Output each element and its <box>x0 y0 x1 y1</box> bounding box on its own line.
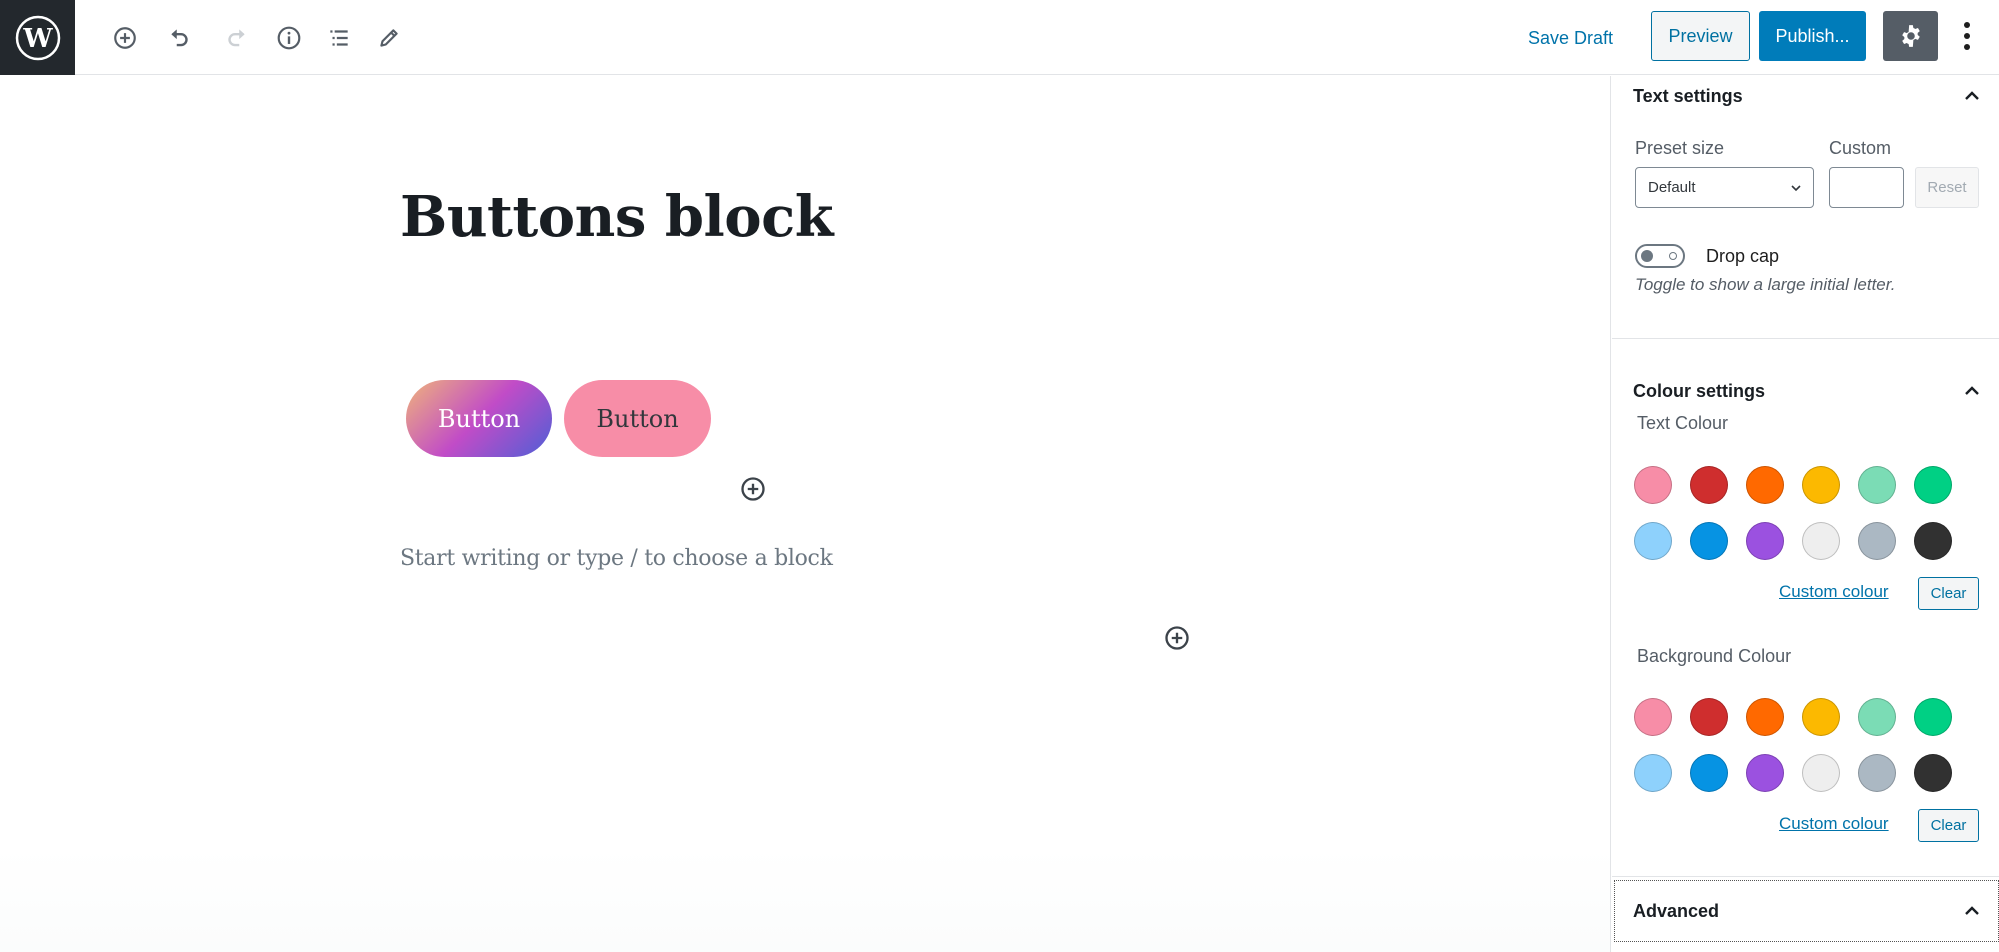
background-colour-swatch[interactable] <box>1802 698 1840 736</box>
colour-settings-title: Colour settings <box>1633 380 1766 401</box>
background-colour-swatch[interactable] <box>1858 698 1896 736</box>
list-icon <box>330 30 348 46</box>
plus-circle-icon <box>114 27 136 49</box>
preview-button[interactable]: Preview <box>1651 11 1750 61</box>
gear-icon <box>1901 25 1920 47</box>
background-colour-swatch[interactable] <box>1802 754 1840 792</box>
background-colour-swatch[interactable] <box>1914 754 1952 792</box>
pencil-icon <box>380 29 398 47</box>
redo-icon <box>228 29 245 47</box>
publish-button[interactable]: Publish... <box>1759 11 1866 61</box>
background-colour-swatch[interactable] <box>1634 698 1672 736</box>
drop-cap-toggle[interactable] <box>1635 244 1685 268</box>
plus-circle-icon <box>1165 626 1189 650</box>
more-vertical-icon <box>1964 22 1970 28</box>
background-colour-swatch[interactable] <box>1746 754 1784 792</box>
content-structure-button[interactable] <box>269 18 309 58</box>
background-colour-swatch[interactable] <box>1690 698 1728 736</box>
add-block-button[interactable] <box>105 18 145 58</box>
paragraph-placeholder[interactable]: Start writing or type / to choose a bloc… <box>400 546 833 571</box>
colour-settings-toggle[interactable]: Colour settings <box>1612 371 1999 411</box>
info-icon <box>277 26 301 50</box>
background-colour-swatch[interactable] <box>1746 698 1784 736</box>
text-colour-swatch[interactable] <box>1746 466 1784 504</box>
custom-size-input[interactable] <box>1829 167 1904 208</box>
chevron-up-icon <box>1965 906 1979 915</box>
undo-icon <box>171 29 188 47</box>
background-colour-swatch[interactable] <box>1914 698 1952 736</box>
svg-text:W: W <box>22 24 53 54</box>
text-colour-swatch[interactable] <box>1634 466 1672 504</box>
text-colour-swatch[interactable] <box>1690 522 1728 560</box>
gradient-button[interactable]: Button <box>406 380 552 457</box>
save-draft-button[interactable]: Save Draft <box>1528 22 1613 54</box>
drop-cap-label: Drop cap <box>1706 246 1780 266</box>
chevron-down-icon <box>1791 185 1801 192</box>
reset-size-button[interactable]: Reset <box>1915 167 1979 208</box>
post-title[interactable]: Buttons block <box>400 184 834 250</box>
background-custom-colour-link[interactable]: Custom colour <box>1779 814 1889 834</box>
settings-sidebar: Text settings Preset size Custom Default… <box>1610 76 1999 952</box>
add-button-inserter[interactable] <box>739 475 767 503</box>
plus-circle-icon <box>741 477 765 501</box>
text-colour-swatch[interactable] <box>1914 466 1952 504</box>
undo-button[interactable] <box>160 18 200 58</box>
background-colour-swatch[interactable] <box>1858 754 1896 792</box>
buttons-block[interactable]: Button Button <box>406 380 711 457</box>
more-options-button[interactable] <box>1952 14 1982 58</box>
tools-button[interactable] <box>369 18 409 58</box>
chevron-up-icon <box>1965 91 1979 100</box>
panel-divider <box>1612 338 1999 339</box>
text-colour-swatch[interactable] <box>1858 522 1896 560</box>
preset-size-label: Preset size <box>1635 138 1725 158</box>
drop-cap-help: Toggle to show a large initial letter. <box>1635 275 1896 294</box>
custom-size-label: Custom <box>1829 138 1892 158</box>
block-inserter-button[interactable] <box>1163 624 1191 652</box>
wordpress-logo-button[interactable]: W <box>0 0 75 75</box>
editor-canvas: Buttons block Button Button Start writin… <box>0 76 1610 952</box>
background-colour-swatch[interactable] <box>1634 754 1672 792</box>
text-colour-clear-button[interactable]: Clear <box>1918 577 1979 610</box>
preset-size-value: Default <box>1648 179 1696 196</box>
text-colour-palette <box>1634 466 1974 560</box>
editor-header: W Save Draft Preview Publish... <box>0 0 1999 75</box>
preset-size-select[interactable]: Default <box>1635 167 1814 208</box>
background-colour-label: Background Colour <box>1637 646 1792 666</box>
text-colour-swatch[interactable] <box>1802 466 1840 504</box>
settings-button[interactable] <box>1883 11 1938 61</box>
text-custom-colour-link[interactable]: Custom colour <box>1779 582 1889 602</box>
text-colour-swatch[interactable] <box>1690 466 1728 504</box>
redo-button[interactable] <box>216 18 256 58</box>
text-colour-swatch[interactable] <box>1634 522 1672 560</box>
advanced-toggle[interactable]: Advanced <box>1614 880 1999 942</box>
text-colour-swatch[interactable] <box>1746 522 1784 560</box>
background-colour-clear-button[interactable]: Clear <box>1918 809 1979 842</box>
pink-button[interactable]: Button <box>564 380 711 457</box>
chevron-up-icon <box>1965 386 1979 395</box>
text-colour-swatch[interactable] <box>1802 522 1840 560</box>
wordpress-logo-icon: W <box>15 15 60 60</box>
text-colour-swatch[interactable] <box>1914 522 1952 560</box>
background-colour-palette <box>1634 698 1974 792</box>
block-navigation-button[interactable] <box>319 18 359 58</box>
text-colour-label: Text Colour <box>1637 413 1729 433</box>
background-colour-swatch[interactable] <box>1690 754 1728 792</box>
text-colour-swatch[interactable] <box>1858 466 1896 504</box>
text-settings-title: Text settings <box>1633 85 1743 106</box>
advanced-title: Advanced <box>1633 900 1720 921</box>
text-settings-toggle[interactable]: Text settings <box>1612 76 1999 116</box>
panel-divider <box>1612 876 1999 877</box>
